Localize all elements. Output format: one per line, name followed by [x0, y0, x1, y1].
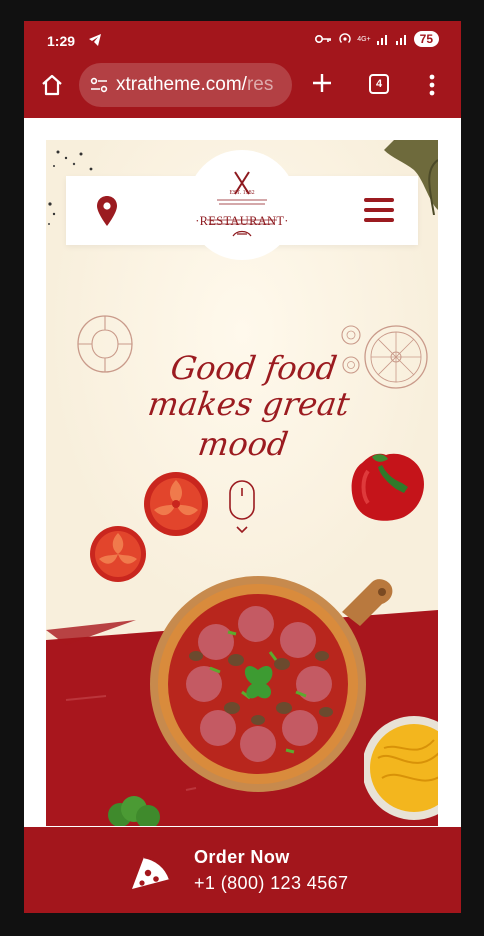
- webpage: EST. 1982 ·RESTAURANT· Good food makes g…: [46, 140, 438, 826]
- url-text: xtratheme.com/res: [116, 74, 274, 95]
- order-now-label[interactable]: Order Now: [194, 847, 290, 868]
- tomato-slice-image: [144, 472, 208, 536]
- status-time: 1:29: [47, 33, 76, 49]
- red-bell-pepper-image: [351, 453, 424, 521]
- signal-icon-2: [395, 35, 406, 45]
- order-now-bar[interactable]: Order Now +1 (800) 123 4567: [24, 827, 461, 913]
- tomato-slice-image-2: [90, 526, 146, 582]
- site-logo[interactable]: EST. 1982 ·RESTAURANT·: [187, 150, 297, 260]
- logo-emblem: [207, 171, 277, 237]
- hotspot-icon: [339, 33, 351, 43]
- mouse-scroll-icon[interactable]: [229, 480, 255, 536]
- browser-chrome: 1:29 4G+ 75 xtratheme.com/res 4: [24, 21, 461, 118]
- key-icon: [315, 35, 332, 43]
- plus-icon[interactable]: [311, 72, 333, 94]
- tagline-line-1: Good food: [168, 349, 340, 387]
- hamburger-icon[interactable]: [364, 197, 394, 223]
- address-bar[interactable]: xtratheme.com/res: [79, 63, 292, 107]
- network-type: 4G+: [357, 35, 371, 43]
- logo-established: EST. 1982: [229, 190, 255, 196]
- more-vert-icon[interactable]: [428, 73, 436, 97]
- battery-level: 75: [413, 31, 439, 47]
- tagline-line-2: makes great mood: [145, 385, 352, 463]
- phone-screen: 1:29 4G+ 75 xtratheme.com/res 4 EST. 198…: [24, 21, 461, 913]
- tune-icon[interactable]: [89, 75, 109, 95]
- tab-switcher-button[interactable]: 4: [369, 74, 389, 94]
- telegram-icon: [89, 34, 101, 46]
- location-pin-icon[interactable]: [96, 195, 118, 227]
- logo-wordmark: ·RESTAURANT·: [195, 214, 289, 228]
- grated-cheese-bowl-image: [364, 716, 438, 820]
- status-icons: 4G+ 75: [315, 31, 439, 47]
- home-icon[interactable]: [40, 73, 64, 97]
- order-phone-number[interactable]: +1 (800) 123 4567: [194, 873, 348, 894]
- broccoli-image: [108, 796, 160, 826]
- pizza-slice-icon: [132, 855, 172, 889]
- signal-icon: [376, 35, 387, 45]
